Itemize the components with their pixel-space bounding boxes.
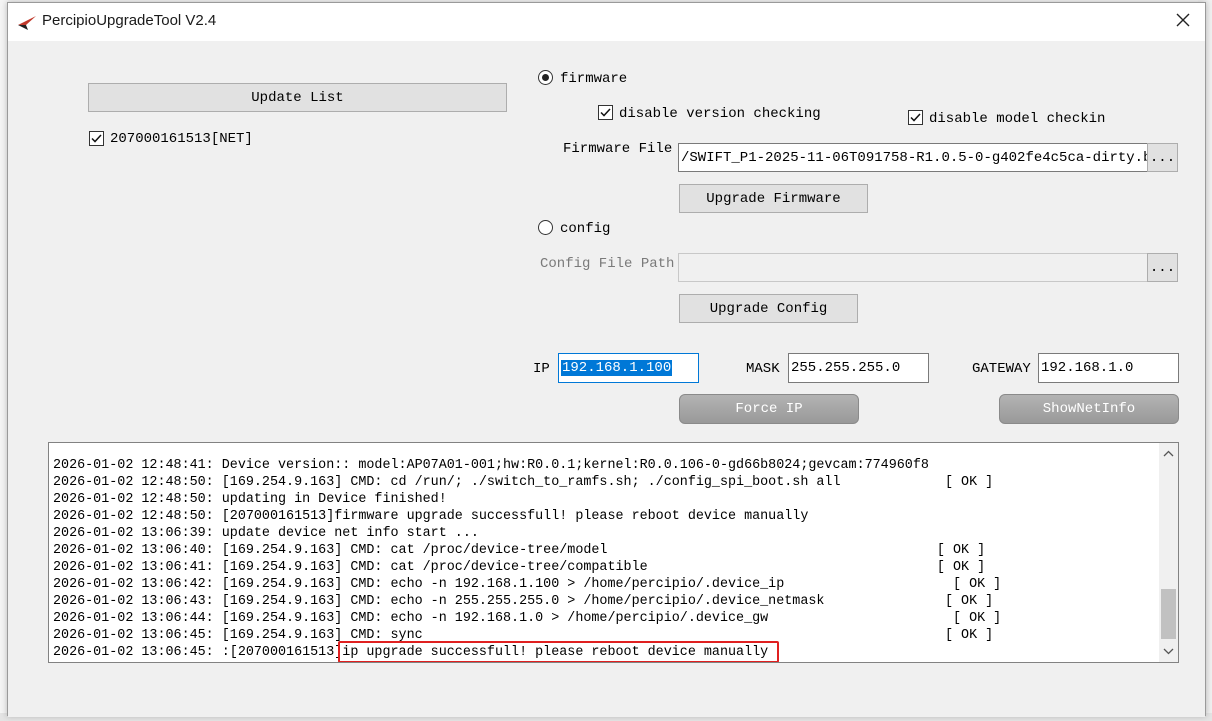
close-button[interactable]	[1161, 3, 1205, 41]
log-scrollbar[interactable]	[1159, 443, 1178, 662]
checkmark-icon	[91, 134, 102, 143]
device-checkbox[interactable]	[89, 131, 104, 146]
log-line: 2026-01-02 13:06:39: update device net i…	[53, 526, 479, 541]
browse-firmware-button[interactable]: ...	[1147, 143, 1178, 172]
log-output[interactable]: 2026-01-02 12:48:41: Device version:: mo…	[48, 442, 1179, 663]
update-list-button[interactable]: Update List	[88, 83, 507, 112]
log-line: 2026-01-02 13:06:43: [169.254.9.163] CMD…	[53, 594, 994, 609]
firmware-file-label: Firmware File	[563, 141, 673, 157]
firmware-radio[interactable]	[538, 70, 553, 85]
firmware-radio-label: firmware	[560, 71, 628, 87]
ip-value: 192.168.1.100	[561, 360, 673, 376]
chevron-up-icon	[1163, 450, 1174, 457]
log-line: 2026-01-02 12:48:50: [169.254.9.163] CMD…	[53, 475, 994, 490]
show-net-info-button[interactable]: ShowNetInfo	[999, 394, 1179, 424]
config-radio-label: config	[560, 221, 611, 237]
close-icon	[1176, 13, 1190, 32]
browse-config-button[interactable]: ...	[1147, 253, 1178, 282]
checkmark-icon	[600, 108, 611, 117]
log-lines: 2026-01-02 12:48:41: Device version:: mo…	[53, 457, 1001, 661]
mask-label: MASK	[746, 361, 780, 377]
log-line: 2026-01-02 13:06:45: :[207000161513]ip u…	[53, 645, 769, 660]
upgrade-config-button[interactable]: Upgrade Config	[679, 294, 858, 323]
force-ip-button[interactable]: Force IP	[679, 394, 859, 424]
radio-selected-dot	[542, 74, 549, 81]
title-bar[interactable]: PercipioUpgradeTool V2.4	[8, 3, 1205, 41]
log-line: 2026-01-02 12:48:41: Device version:: mo…	[53, 458, 929, 473]
config-radio[interactable]	[538, 220, 553, 235]
log-line: 2026-01-02 13:06:45: [169.254.9.163] CMD…	[53, 628, 994, 643]
scroll-up-arrow[interactable]	[1159, 445, 1178, 462]
disable-model-checkbox[interactable]	[908, 110, 923, 125]
log-line: 2026-01-02 12:48:50: [207000161513]firmw…	[53, 509, 809, 524]
mask-field[interactable]: 255.255.255.0	[788, 353, 929, 383]
upgrade-tool-window: PercipioUpgradeTool V2.4 Update List 207…	[7, 2, 1206, 717]
checkmark-icon	[910, 113, 921, 122]
app-logo-icon	[16, 13, 38, 31]
gateway-field[interactable]: 192.168.1.0	[1038, 353, 1179, 383]
upgrade-firmware-button[interactable]: Upgrade Firmware	[679, 184, 868, 213]
firmware-file-field[interactable]: /SWIFT_P1-2025-11-06T091758-R1.0.5-0-g40…	[678, 143, 1148, 172]
client-area: Update List 207000161513[NET] firmware d…	[8, 41, 1205, 717]
scroll-down-arrow[interactable]	[1159, 643, 1178, 660]
log-line: 2026-01-02 13:06:42: [169.254.9.163] CMD…	[53, 577, 1002, 592]
device-label: 207000161513[NET]	[110, 131, 253, 147]
log-line: 2026-01-02 13:06:41: [169.254.9.163] CMD…	[53, 560, 986, 575]
ip-label: IP	[533, 361, 550, 377]
chevron-down-icon	[1163, 648, 1174, 655]
log-line: 2026-01-02 13:06:44: [169.254.9.163] CMD…	[53, 611, 1002, 626]
disable-version-label: disable version checking	[619, 106, 821, 122]
gateway-label: GATEWAY	[972, 361, 1031, 377]
scroll-thumb[interactable]	[1161, 589, 1176, 639]
disable-model-label: disable model checkin	[929, 111, 1106, 127]
config-path-label: Config File Path	[540, 256, 675, 272]
log-line: 2026-01-02 12:48:50: updating in Device …	[53, 492, 447, 507]
window-title: PercipioUpgradeTool V2.4	[42, 12, 217, 29]
ip-field[interactable]: 192.168.1.100	[558, 353, 699, 383]
config-path-field[interactable]	[678, 253, 1148, 282]
log-line: 2026-01-02 13:06:40: [169.254.9.163] CMD…	[53, 543, 986, 558]
disable-version-checkbox[interactable]	[598, 105, 613, 120]
